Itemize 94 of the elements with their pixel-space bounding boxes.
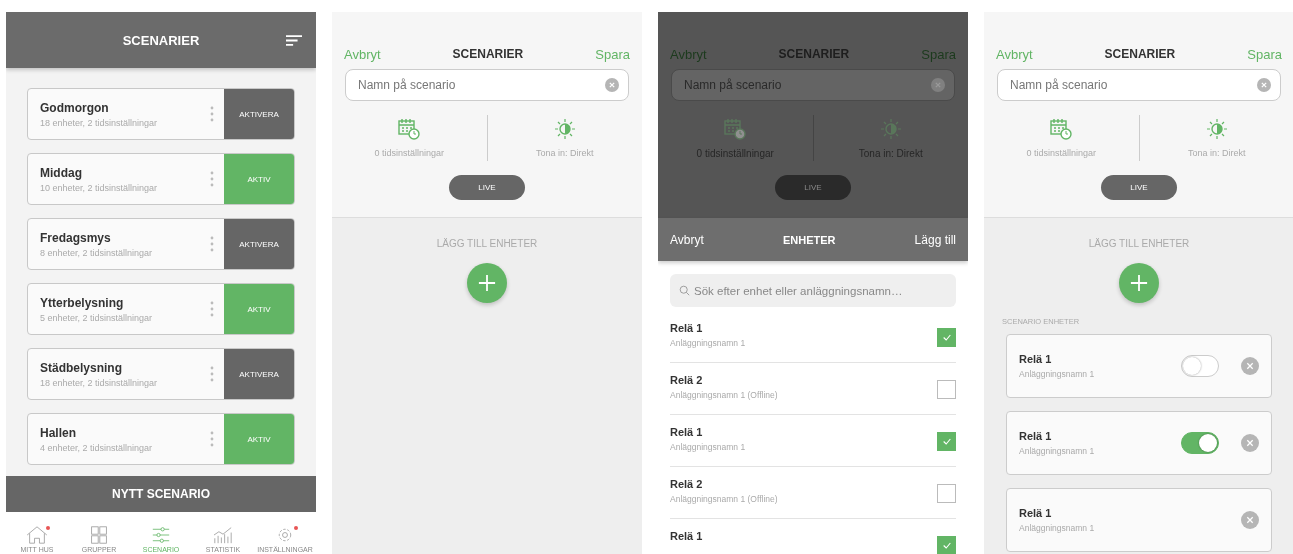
- site-name: Anläggningsnamn 1: [1019, 369, 1096, 379]
- scene-details: 10 enheter, 2 tidsinställningar: [40, 182, 159, 193]
- brightness-icon[interactable]: [553, 118, 576, 140]
- grid-icon: [88, 526, 110, 544]
- site-name: Anläggningsnamn 1: [1019, 523, 1096, 533]
- remove-icon[interactable]: [1241, 434, 1259, 452]
- scene-name: Städbelysning: [40, 360, 123, 375]
- scene-card[interactable]: Hallen 4 enheter, 2 tidsinställningar AKTIV: [27, 413, 295, 465]
- device-name: Relä 1: [1019, 507, 1053, 519]
- scene-details: 5 enheter, 2 tidsinställningar: [40, 312, 154, 323]
- sheet-title: ENHETER: [782, 233, 836, 246]
- activate-button[interactable]: AKTIVERA: [224, 219, 294, 269]
- screen-title: SCENARIER: [122, 32, 200, 48]
- calendar-clock-icon[interactable]: [398, 118, 421, 140]
- calendar-clock-icon[interactable]: [1050, 118, 1073, 140]
- checkbox[interactable]: [937, 484, 956, 503]
- plus-icon: [478, 274, 496, 292]
- device-row[interactable]: Relä 1: [670, 519, 956, 554]
- checkbox[interactable]: [937, 432, 956, 451]
- scene-card[interactable]: Ytterbelysning 5 enheter, 2 tidsinställningar AKTIV: [27, 283, 295, 335]
- scene-card[interactable]: Fredagsmys 8 enheter, 2 tidsinställningar AKTIVERA: [27, 218, 295, 270]
- scene-details: 8 enheter, 2 tidsinställningar: [40, 247, 154, 258]
- scene-card[interactable]: Middag 10 enheter, 2 tidsinställningar AKTIV: [27, 153, 295, 205]
- device-row[interactable]: Relä 2 Anläggningsnamn 1 (Offline): [670, 363, 956, 415]
- more-options-icon[interactable]: [210, 106, 214, 122]
- checkbox[interactable]: [937, 536, 956, 554]
- search-icon: [679, 285, 690, 296]
- device-name: Relä 1: [670, 322, 704, 334]
- plus-icon: [1130, 274, 1148, 292]
- scene-name: Fredagsmys: [40, 230, 112, 245]
- more-options-icon[interactable]: [210, 431, 214, 447]
- device-name: Relä 1: [1019, 430, 1053, 442]
- more-options-icon[interactable]: [210, 171, 214, 187]
- toggle-switch[interactable]: [1181, 432, 1219, 454]
- sort-icon[interactable]: [286, 35, 302, 46]
- remove-icon[interactable]: [1241, 357, 1259, 375]
- scene-name: Hallen: [40, 425, 77, 440]
- sliders-icon: [150, 526, 172, 544]
- more-options-icon[interactable]: [210, 236, 214, 252]
- device-name: Relä 2: [670, 374, 704, 386]
- schedules-label: 0 tidsinställningar: [1026, 148, 1096, 158]
- device-name: Relä 1: [1019, 353, 1053, 365]
- add-button[interactable]: [1119, 263, 1159, 303]
- new-scene-button[interactable]: NYTT SCENARIO: [6, 476, 316, 512]
- scene-name: Ytterbelysning: [40, 295, 125, 310]
- scene-card[interactable]: Städbelysning 18 enheter, 2 tidsinställningar AKTIVERA: [27, 348, 295, 400]
- add-devices-label: LÄGG TILL ENHETER: [436, 238, 538, 249]
- scene-details: 18 enheter, 2 tidsinställningar: [40, 377, 159, 388]
- add-devices-label: LÄGG TILL ENHETER: [1088, 238, 1190, 249]
- add-button[interactable]: [467, 263, 507, 303]
- schedules-label: 0 tidsinställningar: [374, 148, 444, 158]
- brightness-icon[interactable]: [1205, 118, 1228, 140]
- check-icon: [941, 437, 952, 446]
- activate-button[interactable]: AKTIVERA: [224, 349, 294, 399]
- clear-icon[interactable]: [931, 78, 945, 92]
- screen-title: SCENARIER: [1104, 47, 1176, 61]
- more-options-icon[interactable]: [210, 366, 214, 382]
- scene-name-field[interactable]: Namn på scenario: [671, 69, 955, 101]
- search-field[interactable]: Sök efter enhet eller anläggningsnamn…: [670, 274, 956, 307]
- activate-button[interactable]: AKTIVERA: [224, 89, 294, 139]
- add-link[interactable]: Lägg till: [914, 232, 956, 247]
- site-name: Anläggningsnamn 1: [670, 442, 747, 452]
- checkbox[interactable]: [937, 380, 956, 399]
- more-options-icon[interactable]: [210, 301, 214, 317]
- scene-name: Middag: [40, 165, 83, 180]
- device-name: Relä 1: [670, 426, 704, 438]
- clear-icon[interactable]: [1257, 78, 1271, 92]
- device-row[interactable]: Relä 1 Anläggningsnamn 1: [670, 311, 956, 363]
- screen-title: SCENARIER: [452, 47, 524, 61]
- live-button[interactable]: LIVE: [1101, 175, 1177, 200]
- device-row[interactable]: Relä 2 Anläggningsnamn 1 (Offline): [670, 467, 956, 519]
- remove-icon[interactable]: [1241, 511, 1259, 529]
- calendar-clock-icon[interactable]: [724, 117, 747, 140]
- site-name: Anläggningsnamn 1 (Offline): [670, 494, 779, 504]
- live-button[interactable]: LIVE: [449, 175, 525, 200]
- site-name: Anläggningsnamn 1: [670, 338, 747, 348]
- cancel-link[interactable]: Avbryt: [670, 232, 704, 247]
- device-name: Relä 2: [670, 478, 704, 490]
- chart-icon: [212, 526, 234, 544]
- checkbox[interactable]: [937, 328, 956, 347]
- check-icon: [941, 333, 952, 342]
- check-icon: [941, 541, 952, 550]
- clear-icon[interactable]: [605, 78, 619, 92]
- house-icon: [26, 526, 48, 544]
- scene-details: 4 enheter, 2 tidsinställningar: [40, 442, 154, 453]
- device-name: Relä 1: [670, 530, 704, 542]
- toggle-switch[interactable]: [1181, 355, 1219, 377]
- scene-details: 18 enheter, 2 tidsinställningar: [40, 117, 159, 128]
- live-button[interactable]: LIVE: [775, 175, 851, 200]
- scene-name: Godmorgon: [40, 100, 110, 115]
- scene-card[interactable]: Godmorgon 18 enheter, 2 tidsinställningar AKTIVERA: [27, 88, 295, 140]
- site-name: Anläggningsnamn 1: [1019, 446, 1096, 456]
- device-row[interactable]: Relä 1 Anläggningsnamn 1: [670, 415, 956, 467]
- site-name: Anläggningsnamn 1 (Offline): [670, 390, 779, 400]
